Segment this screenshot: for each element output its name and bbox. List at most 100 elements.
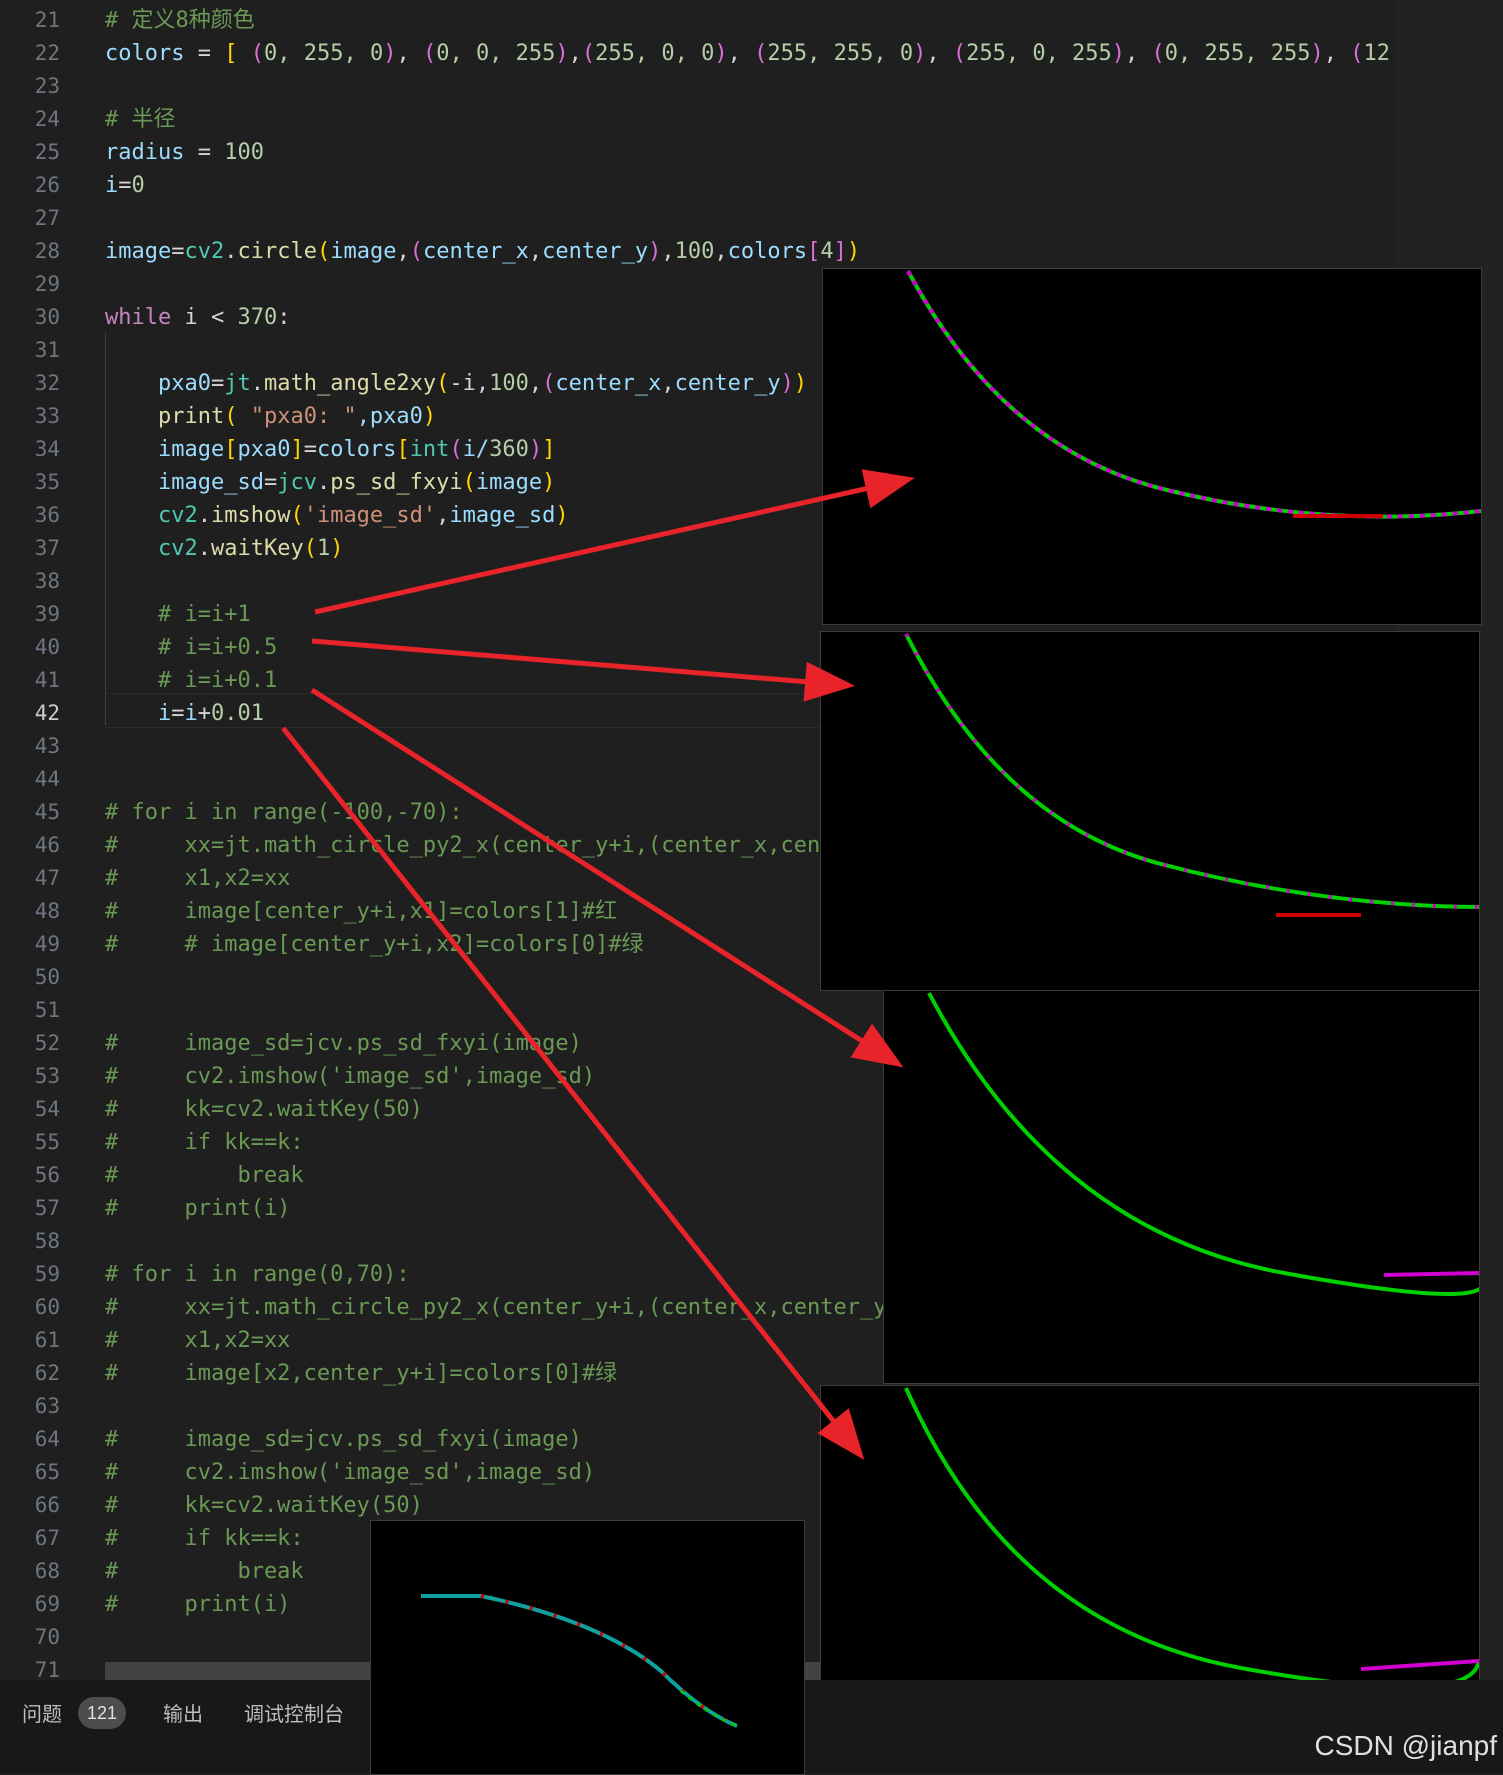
code-token: cv2 [184,239,225,264]
code-token: math_angle2xy [263,371,437,396]
line-number: 52 [34,1031,60,1055]
line-number: 55 [34,1130,60,1154]
code-token: ] [290,437,304,462]
code-line[interactable]: 25 radius = 100 [0,136,1400,169]
line-number: 32 [34,371,60,395]
code-token: waitKey [210,536,304,561]
code-token: # for i in range(-100,-70): [105,800,463,825]
code-token: center_x [422,239,529,264]
tab-output[interactable]: 输出 [163,1697,203,1733]
code-token: , [528,371,543,396]
code-line[interactable]: 28 image=cv2.circle(image,(center_x,cente… [0,235,1400,268]
line-number: 65 [34,1460,60,1484]
code-line[interactable]: 24 # 半径 [0,103,1400,136]
code-token: ) [913,41,927,66]
code-token: # kk=cv2.waitKey(50) [105,1097,423,1122]
code-token: ) [780,371,794,396]
code-token: ) [555,41,569,66]
arc-plot-2 [904,633,1479,917]
code-token: 100 [674,239,715,264]
line-number: 28 [34,239,60,263]
code-text: i=i+0.01 [105,697,264,730]
code-text: # for i in range(0,70): [105,1258,410,1291]
line-number: 36 [34,503,60,527]
line-number: 34 [34,437,60,461]
code-token: = [263,470,278,495]
code-token: = [118,173,132,198]
code-text: print( "pxa0: ",pxa0) [105,400,436,433]
code-line[interactable]: 27 [0,202,1400,235]
code-token: , [926,41,953,66]
line-number: 53 [34,1064,60,1088]
code-token: # i=i+1 [105,602,251,627]
code-token: colors [105,41,185,66]
line-number: 61 [34,1328,60,1352]
code-token: = [210,371,225,396]
code-text: while i < 370: [105,301,290,334]
code-token: 'image_sd' [303,503,437,528]
code-token: i/ [462,437,490,462]
code-token: , [396,239,410,264]
arc-plot-1 [906,270,1481,519]
code-token: ( [542,371,556,396]
code-token: ) [793,371,808,396]
code-token: center_y [674,371,781,396]
code-text: # i=i+1 [105,598,251,631]
code-token: , [714,239,728,264]
code-token: , [661,239,675,264]
line-number: 64 [34,1427,60,1451]
code-token: image [330,239,397,264]
code-line[interactable]: 23 [0,70,1400,103]
code-token: # image_sd=jcv.ps_sd_fxyi(image) [105,1031,582,1056]
code-token: = [184,41,225,66]
code-token: = [303,437,317,462]
line-number: 49 [34,932,60,956]
code-token: ( [224,404,251,429]
code-token: [ [224,41,238,66]
line-number: 26 [34,173,60,197]
problems-count-badge: 121 [78,1697,126,1729]
code-line[interactable]: 22 colors = [ (0, 255, 0), (0, 0, 255),(2… [0,37,1400,70]
line-number: 46 [34,833,60,857]
code-token: # image[x2,center_y+i]=colors[0]#绿 [105,1361,618,1386]
line-number: 59 [34,1262,60,1286]
code-token: 255, 255, 0 [767,41,914,66]
code-token: cv2 [105,503,198,528]
code-token: ) [422,404,437,429]
code-token: ) [1310,41,1324,66]
code-text: # break [105,1555,304,1588]
code-token: ,pxa0 [356,404,423,429]
code-token: ) [714,41,728,66]
code-text: # if kk==k: [105,1522,304,1555]
code-text: radius = 100 [105,136,264,169]
code-token: pxa0 [105,371,211,396]
code-token: ] [542,437,556,462]
code-token: ( [754,41,768,66]
code-line[interactable]: 21 # 定义8种颜色 [0,4,1400,37]
line-number: 41 [34,668,60,692]
code-token: 0 [131,173,145,198]
code-token: i [184,701,198,726]
line-number: 29 [34,272,60,296]
line-number: 25 [34,140,60,164]
code-text: # cv2.imshow('image_sd',image_sd) [105,1456,595,1489]
code-token: # cv2.imshow('image_sd',image_sd) [105,1064,596,1089]
code-token: , [568,41,582,66]
line-number: 63 [34,1394,60,1418]
code-token: [ [224,437,238,462]
line-number: 38 [34,569,60,593]
tab-problems[interactable]: 问题 [22,1697,62,1733]
code-token: colors [316,437,397,462]
tab-debug-console[interactable]: 调试控制台 [244,1697,344,1733]
code-text: # 定义8种颜色 [105,4,255,37]
code-token: # # image[center_y+i,x2]=colors[0]#绿 [105,932,644,957]
code-token: 0, 255, 0 [263,41,384,66]
line-number: 24 [34,107,60,131]
code-line[interactable]: 26 i=0 [0,169,1400,202]
code-text: cv2.waitKey(1) [105,532,343,565]
code-token: # i=i+0.5 [105,635,278,660]
code-token: = [171,239,185,264]
code-text: cv2.imshow('image_sd',image_sd) [105,499,569,532]
code-token: i [105,173,119,198]
line-number: 67 [34,1526,60,1550]
